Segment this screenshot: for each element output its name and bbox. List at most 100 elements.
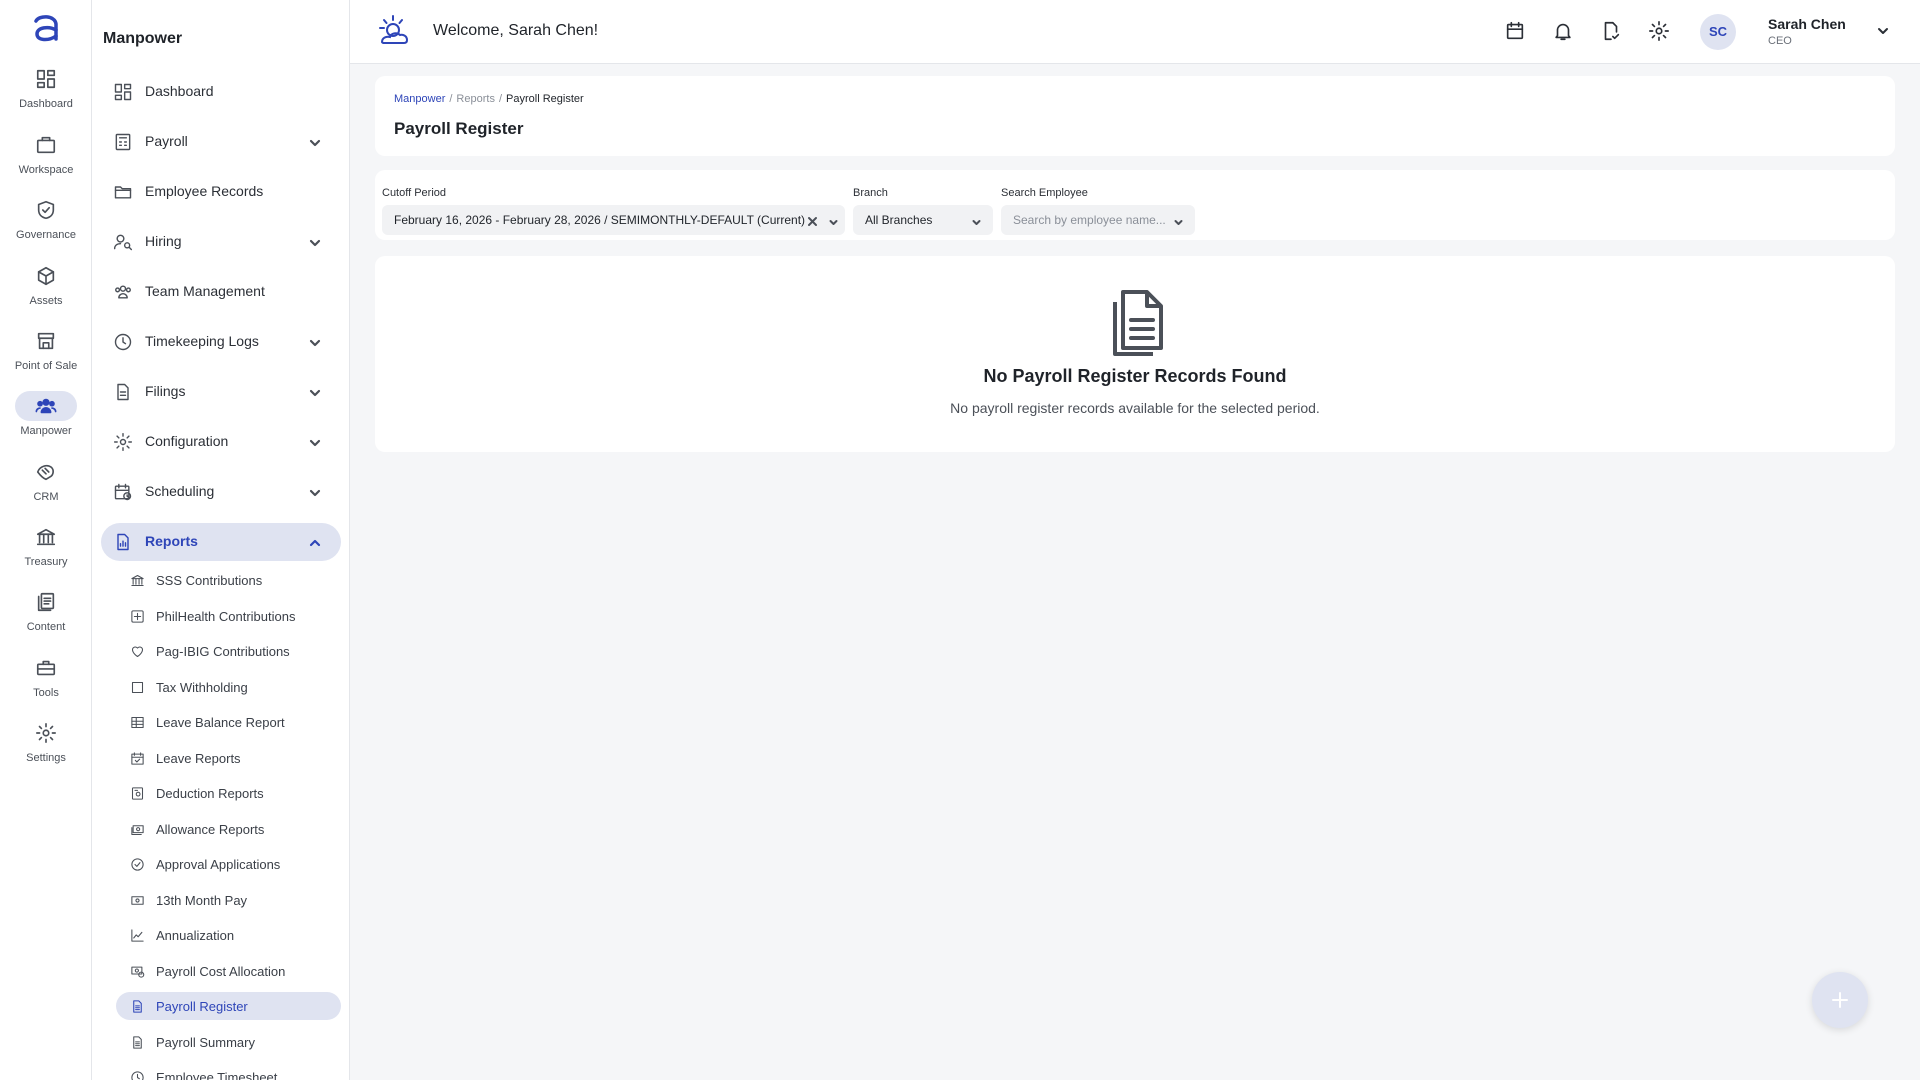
chevron-down-icon bbox=[309, 386, 321, 398]
sidebar-item-label: Hiring bbox=[145, 233, 182, 249]
rail-item-content[interactable]: Content bbox=[0, 587, 92, 647]
brand-logo-icon bbox=[379, 15, 409, 44]
branch-select[interactable]: All Branches bbox=[853, 205, 993, 235]
file-icon bbox=[113, 382, 133, 402]
report-item-13th-month-pay[interactable]: 13th Month Pay bbox=[116, 886, 341, 914]
report-item-sss-contributions[interactable]: SSS Contributions bbox=[116, 566, 341, 594]
sidebar-item-label: Scheduling bbox=[145, 483, 215, 499]
cutoff-period-label: Cutoff Period bbox=[382, 187, 447, 199]
report-item-philhealth-contributions[interactable]: PhilHealth Contributions bbox=[116, 602, 341, 630]
report-item-label: Allowance Reports bbox=[156, 822, 265, 837]
report-item-payroll-cost-allocation[interactable]: Payroll Cost Allocation bbox=[116, 957, 341, 985]
top-header: Welcome, Sarah Chen! SC Sarah Chen CEO bbox=[350, 0, 1920, 64]
dashboard-icon bbox=[113, 82, 133, 102]
sidebar-item-payroll[interactable]: Payroll bbox=[101, 123, 341, 161]
sidebar-item-label: Team Management bbox=[145, 283, 265, 299]
search-employee-select[interactable]: Search by employee name... bbox=[1001, 205, 1195, 235]
rail-item-manpower[interactable]: Manpower bbox=[0, 391, 92, 451]
settings-button[interactable] bbox=[1648, 20, 1672, 44]
chevron-down-icon bbox=[971, 215, 982, 226]
report-item-label: PhilHealth Contributions bbox=[156, 609, 296, 624]
report-item-approval-applications[interactable]: Approval Applications bbox=[116, 850, 341, 878]
plus-icon bbox=[1832, 992, 1848, 1008]
clock-icon bbox=[130, 1070, 145, 1080]
report-item-label: Leave Balance Report bbox=[156, 715, 285, 730]
rail-item-treasury[interactable]: Treasury bbox=[0, 522, 92, 582]
chevron-down-icon bbox=[309, 436, 321, 448]
report-icon bbox=[113, 532, 133, 552]
line-chart-icon bbox=[130, 928, 145, 943]
report-item-payroll-register[interactable]: Payroll Register bbox=[116, 992, 341, 1020]
report-item-label: Employee Timesheet bbox=[156, 1070, 278, 1080]
calendar-check-icon bbox=[130, 751, 145, 766]
sidebar-item-team-management[interactable]: Team Management bbox=[101, 273, 341, 311]
rail-item-tools[interactable]: Tools bbox=[0, 653, 92, 713]
rail-item-label: Point of Sale bbox=[14, 360, 78, 372]
report-item-payroll-summary[interactable]: Payroll Summary bbox=[116, 1028, 341, 1056]
rail-item-settings[interactable]: Settings bbox=[0, 718, 92, 778]
rail-item-label: Settings bbox=[26, 752, 66, 764]
sidebar-item-employee-records[interactable]: Employee Records bbox=[101, 173, 341, 211]
report-item-leave-reports[interactable]: Leave Reports bbox=[116, 744, 341, 772]
clock-icon bbox=[113, 332, 133, 352]
store-icon bbox=[15, 326, 77, 356]
chevron-down-icon bbox=[1173, 215, 1184, 226]
chevron-down-icon bbox=[309, 336, 321, 348]
add-button[interactable] bbox=[1812, 972, 1868, 1028]
sidebar-title: Manpower bbox=[103, 30, 183, 47]
bank-icon bbox=[15, 522, 77, 552]
approvals-button[interactable] bbox=[1600, 20, 1624, 44]
heart-icon bbox=[130, 644, 145, 659]
rail-item-crm[interactable]: CRM bbox=[0, 457, 92, 517]
user-menu-chevron-down-icon[interactable] bbox=[1876, 24, 1890, 38]
report-item-label: Leave Reports bbox=[156, 751, 241, 766]
breadcrumb: Manpower / Reports / Payroll Register bbox=[394, 93, 584, 105]
sidebar-item-configuration[interactable]: Configuration bbox=[101, 423, 341, 461]
report-item-label: Deduction Reports bbox=[156, 786, 264, 801]
report-item-annualization[interactable]: Annualization bbox=[116, 921, 341, 949]
report-item-label: Payroll Register bbox=[156, 999, 248, 1014]
document-icon bbox=[1113, 290, 1163, 356]
rail-item-label: Content bbox=[26, 621, 66, 633]
report-item-pag-ibig-contributions[interactable]: Pag-IBIG Contributions bbox=[116, 637, 341, 665]
report-item-leave-balance-report[interactable]: Leave Balance Report bbox=[116, 708, 341, 736]
people-icon bbox=[15, 391, 77, 421]
rail-item-governance[interactable]: Governance bbox=[0, 195, 92, 255]
sidebar-item-hiring[interactable]: Hiring bbox=[101, 223, 341, 261]
breadcrumb-manpower[interactable]: Manpower bbox=[394, 93, 445, 105]
avatar[interactable]: SC bbox=[1700, 14, 1736, 50]
sidebar-item-scheduling[interactable]: Scheduling bbox=[101, 473, 341, 511]
cutoff-period-select[interactable]: February 16, 2026 - February 28, 2026 / … bbox=[382, 205, 845, 235]
notifications-button[interactable] bbox=[1552, 20, 1576, 44]
rail-item-point-of-sale[interactable]: Point of Sale bbox=[0, 326, 92, 386]
calendar-icon bbox=[1506, 21, 1524, 40]
shield-check-icon bbox=[15, 195, 77, 225]
report-item-allowance-reports[interactable]: Allowance Reports bbox=[116, 815, 341, 843]
rail-item-workspace[interactable]: Workspace bbox=[0, 130, 92, 190]
breadcrumb-reports[interactable]: Reports bbox=[456, 93, 495, 105]
breadcrumb-separator: / bbox=[498, 93, 503, 105]
sidebar-item-filings[interactable]: Filings bbox=[101, 373, 341, 411]
cube-icon bbox=[15, 261, 77, 291]
clear-icon[interactable] bbox=[807, 214, 818, 226]
chevron-down-icon bbox=[309, 486, 321, 498]
report-item-label: SSS Contributions bbox=[156, 573, 263, 588]
page-header-card: Manpower / Reports / Payroll Register Payrol… bbox=[375, 76, 1895, 156]
report-item-label: Payroll Cost Allocation bbox=[156, 964, 286, 979]
sidebar-item-dashboard[interactable]: Dashboard bbox=[101, 73, 341, 111]
rail-item-assets[interactable]: Assets bbox=[0, 261, 92, 321]
rail-item-label: Treasury bbox=[24, 556, 68, 568]
calendar-button[interactable] bbox=[1504, 20, 1528, 44]
report-item-deduction-reports[interactable]: Deduction Reports bbox=[116, 779, 341, 807]
sidebar-item-reports[interactable]: Reports bbox=[101, 523, 341, 561]
sidebar-item-timekeeping-logs[interactable]: Timekeeping Logs bbox=[101, 323, 341, 361]
chevron-down-icon bbox=[309, 236, 321, 248]
report-item-employee-timesheet[interactable]: Employee Timesheet bbox=[116, 1063, 341, 1080]
gear-icon bbox=[15, 718, 77, 748]
rail-item-label: Manpower bbox=[20, 425, 72, 437]
cost-allocation-icon bbox=[130, 964, 145, 979]
rail-item-dashboard[interactable]: Dashboard bbox=[0, 64, 92, 124]
document-icon bbox=[130, 1035, 145, 1050]
calculator-icon bbox=[113, 132, 133, 152]
report-item-tax-withholding[interactable]: Tax Withholding bbox=[116, 673, 341, 701]
